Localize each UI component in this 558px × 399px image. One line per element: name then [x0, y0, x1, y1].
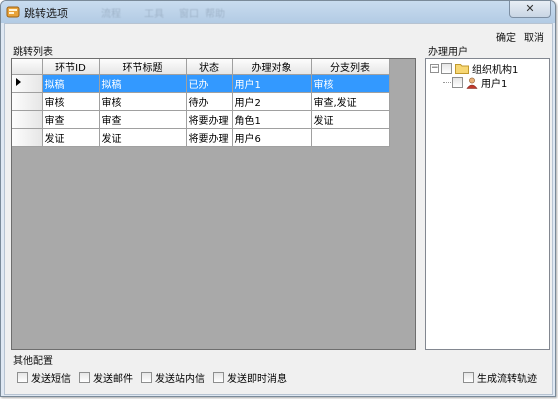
org-checkbox[interactable] — [441, 63, 452, 74]
user-icon — [466, 77, 478, 89]
confirm-button[interactable]: 确定 — [496, 29, 516, 44]
cell-status[interactable]: 将要办理 — [186, 128, 233, 147]
column-header-step-title[interactable]: 环节标题 — [99, 59, 187, 75]
cell-status[interactable]: 将要办理 — [186, 110, 233, 129]
grid-corner-header — [12, 59, 43, 75]
option-generate-trace[interactable]: 生成流转轨迹 — [463, 370, 537, 385]
cell-handler[interactable]: 用户6 — [232, 128, 312, 147]
folder-icon — [455, 64, 469, 74]
cell-handler[interactable]: 角色1 — [232, 110, 312, 129]
row-header[interactable] — [12, 110, 43, 129]
option-label: 发送即时消息 — [227, 374, 287, 385]
send-email-checkbox[interactable] — [79, 372, 90, 383]
blurred-menu-item: 流程 — [101, 9, 121, 20]
generate-trace-checkbox[interactable] — [463, 372, 474, 383]
blurred-menu-item: 窗口 — [179, 9, 199, 20]
dialog-window: 跳转选项 流程 工具 窗口 帮助 ✕ 确定 取消 跳转列表 办理用户 环节ID — [0, 0, 556, 397]
close-button[interactable]: ✕ — [509, 1, 551, 18]
current-row-arrow-icon — [16, 78, 21, 86]
option-label: 发送短信 — [31, 374, 71, 385]
cell-step-id[interactable]: 发证 — [42, 128, 100, 147]
cancel-button[interactable]: 取消 — [524, 29, 544, 44]
column-header-step-id[interactable]: 环节ID — [42, 59, 100, 75]
column-header-branches[interactable]: 分支列表 — [311, 59, 390, 75]
row-header[interactable] — [12, 128, 43, 147]
window-title: 跳转选项 — [24, 7, 68, 20]
table-row[interactable]: 发证 发证 将要办理 用户6 — [12, 128, 390, 147]
blurred-menu-item: 工具 — [144, 9, 164, 20]
cell-branches[interactable]: 审核 — [311, 74, 390, 93]
cell-branches[interactable]: 审查,发证 — [311, 92, 390, 111]
cell-branches[interactable]: 发证 — [311, 110, 390, 129]
jump-list-grid[interactable]: 环节ID 环节标题 状态 办理对象 分支列表 拟稿 拟稿 已办 用户1 审核 审… — [11, 58, 416, 350]
cell-handler[interactable]: 用户2 — [232, 92, 312, 111]
table-row[interactable]: 审核 审核 待办 用户2 审查,发证 — [12, 92, 390, 111]
option-label: 生成流转轨迹 — [477, 374, 537, 385]
tree-node-label: 用户1 — [481, 79, 508, 90]
cell-step-title[interactable]: 审查 — [99, 110, 187, 129]
other-settings-label: 其他配置 — [13, 356, 53, 367]
option-send-instant-message[interactable]: 发送即时消息 — [213, 370, 287, 385]
option-send-sms[interactable]: 发送短信 — [17, 370, 71, 385]
cell-step-title[interactable]: 拟稿 — [99, 74, 187, 93]
collapse-toggle-icon[interactable]: − — [430, 64, 439, 73]
cell-status[interactable]: 待办 — [186, 92, 233, 111]
dialog-client-area: 确定 取消 跳转列表 办理用户 环节ID 环节标题 状态 办理对象 分支列表 拟… — [4, 23, 553, 395]
send-site-message-checkbox[interactable] — [141, 372, 152, 383]
send-instant-message-checkbox[interactable] — [213, 372, 224, 383]
cell-step-id[interactable]: 审查 — [42, 110, 100, 129]
cell-handler[interactable]: 用户1 — [232, 74, 312, 93]
cell-step-title[interactable]: 审核 — [99, 92, 187, 111]
cell-step-id[interactable]: 拟稿 — [42, 74, 100, 93]
option-send-site-message[interactable]: 发送站内信 — [141, 370, 205, 385]
option-label: 发送站内信 — [155, 374, 205, 385]
column-header-status[interactable]: 状态 — [186, 59, 233, 75]
row-header[interactable] — [12, 74, 43, 93]
tree-node-user[interactable]: 用户1 — [443, 76, 508, 90]
table-row[interactable]: 拟稿 拟稿 已办 用户1 审核 — [12, 74, 390, 93]
tree-node-org[interactable]: − 组织机构1 — [430, 62, 519, 76]
send-sms-checkbox[interactable] — [17, 372, 28, 383]
column-header-handler[interactable]: 办理对象 — [232, 59, 312, 75]
app-icon — [6, 6, 20, 18]
handler-users-label: 办理用户 — [428, 47, 468, 58]
grid-header-row: 环节ID 环节标题 状态 办理对象 分支列表 — [12, 59, 390, 75]
cell-branches[interactable] — [311, 128, 390, 147]
option-label: 发送邮件 — [93, 374, 133, 385]
option-send-email[interactable]: 发送邮件 — [79, 370, 133, 385]
tree-node-label: 组织机构1 — [472, 65, 519, 76]
user-checkbox[interactable] — [452, 77, 463, 88]
close-icon: ✕ — [525, 2, 535, 15]
tree-connector — [443, 82, 451, 83]
row-header[interactable] — [12, 92, 43, 111]
user-tree[interactable]: − 组织机构1 用户1 — [425, 58, 550, 350]
title-bar[interactable]: 跳转选项 流程 工具 窗口 帮助 ✕ — [1, 1, 555, 23]
table-row[interactable]: 审查 审查 将要办理 角色1 发证 — [12, 110, 390, 129]
cell-step-title[interactable]: 发证 — [99, 128, 187, 147]
cell-status[interactable]: 已办 — [186, 74, 233, 93]
cell-step-id[interactable]: 审核 — [42, 92, 100, 111]
jump-list-label: 跳转列表 — [13, 47, 53, 58]
blurred-menu-item: 帮助 — [205, 9, 225, 20]
